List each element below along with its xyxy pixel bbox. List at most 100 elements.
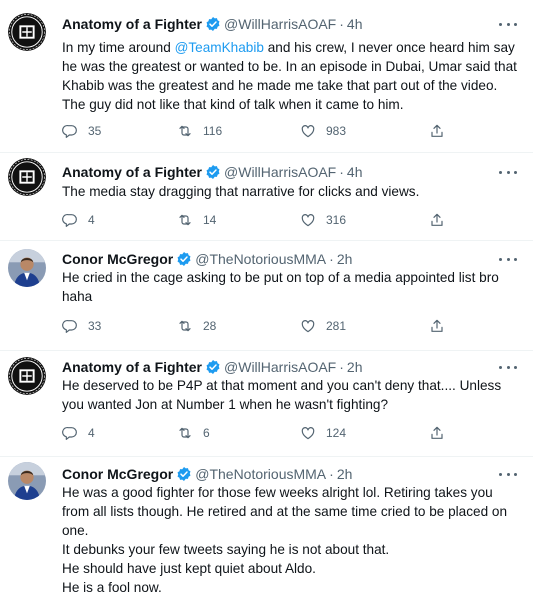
share-button[interactable] xyxy=(429,316,445,336)
reply-button[interactable]: 33 xyxy=(62,316,101,336)
likes-count: 316 xyxy=(326,213,347,227)
share-button[interactable] xyxy=(429,423,445,443)
verified-badge-icon xyxy=(177,467,191,481)
text-segment: He is a fool now. xyxy=(62,580,162,595)
verified-badge-icon xyxy=(177,252,191,266)
reply-icon xyxy=(62,320,77,333)
retweet-button[interactable]: 14 xyxy=(177,210,216,230)
like-icon xyxy=(301,427,315,440)
share-icon xyxy=(431,426,443,439)
tweet-text: He deserved to be P4P at that moment and… xyxy=(62,376,522,414)
retweet-button[interactable]: 28 xyxy=(177,316,216,336)
tweet-text-line: He deserved to be P4P at that moment and… xyxy=(62,376,522,395)
tweet-text-line: He should have just kept quiet about Ald… xyxy=(62,559,522,578)
tweet-text-line: from all lists though. He retired and at… xyxy=(62,502,522,521)
author-handle[interactable]: @TheNotoriousMMA xyxy=(195,465,326,483)
author-name[interactable]: Conor McGregor xyxy=(62,250,173,268)
like-icon xyxy=(301,320,315,333)
mention-link[interactable]: @TeamKhabib xyxy=(175,40,264,55)
replies-count: 35 xyxy=(88,124,102,138)
share-icon xyxy=(431,124,443,137)
more-options-icon[interactable] xyxy=(499,360,517,374)
tweet-timestamp[interactable]: 4h xyxy=(347,163,363,181)
retweets-count: 6 xyxy=(203,426,210,440)
separator-dot: · xyxy=(329,251,334,267)
verified-badge-icon xyxy=(206,360,220,374)
tweet-text-line: The media stay dragging that narrative f… xyxy=(62,182,522,201)
text-segment: It debunks your few tweets saying he is … xyxy=(62,542,390,557)
tweet-timestamp[interactable]: 2h xyxy=(347,358,363,376)
share-button[interactable] xyxy=(429,210,445,230)
reply-button[interactable]: 4 xyxy=(62,210,95,230)
author-handle[interactable]: @TheNotoriousMMA xyxy=(195,250,326,268)
tweet-text-line: It debunks your few tweets saying he is … xyxy=(62,540,522,559)
tweet-header: Conor McGregor @TheNotoriousMMA · 2h xyxy=(62,250,352,268)
tweet-text: He cried in the cage asking to be put on… xyxy=(62,268,522,306)
more-options-icon[interactable] xyxy=(499,252,517,266)
like-button[interactable]: 281 xyxy=(300,316,346,336)
author-handle[interactable]: @WillHarrisAOAF xyxy=(224,163,336,181)
retweet-button[interactable]: 6 xyxy=(177,423,210,443)
retweets-count: 14 xyxy=(203,213,217,227)
tweet-text-line: haha xyxy=(62,287,522,306)
text-segment: He was a good fighter for those few week… xyxy=(62,485,493,500)
tweet-divider xyxy=(0,350,533,351)
tweet-text-line: He was a good fighter for those few week… xyxy=(62,483,522,502)
like-icon xyxy=(301,214,315,227)
text-segment: you wanted Jon at Number 1 when he wasn'… xyxy=(62,397,389,412)
more-options-icon[interactable] xyxy=(499,165,517,179)
author-handle[interactable]: @WillHarrisAOAF xyxy=(224,15,336,33)
more-options-icon[interactable] xyxy=(499,467,517,481)
like-button[interactable]: 983 xyxy=(300,121,346,141)
tweet-timestamp[interactable]: 2h xyxy=(337,465,353,483)
share-icon xyxy=(431,319,443,332)
tweet-text: The media stay dragging that narrative f… xyxy=(62,182,522,201)
author-name[interactable]: Conor McGregor xyxy=(62,465,173,483)
more-options-icon[interactable] xyxy=(499,17,517,31)
author-name[interactable]: Anatomy of a Fighter xyxy=(62,358,202,376)
like-button[interactable]: 316 xyxy=(300,210,346,230)
share-button[interactable] xyxy=(429,121,445,141)
text-segment: He deserved to be P4P at that moment and… xyxy=(62,378,502,393)
verified-badge-icon xyxy=(206,165,220,179)
retweet-icon xyxy=(179,427,191,439)
tweet-header: Conor McGregor @TheNotoriousMMA · 2h xyxy=(62,465,352,483)
tweet-actions: 35 116 983 xyxy=(62,121,462,141)
avatar[interactable] xyxy=(8,462,46,500)
author-name[interactable]: Anatomy of a Fighter xyxy=(62,15,202,33)
text-segment: haha xyxy=(62,289,93,304)
reply-icon xyxy=(62,125,77,138)
text-segment: The guy did not like that kind of talk w… xyxy=(62,97,404,112)
avatar[interactable] xyxy=(8,13,46,51)
retweet-button[interactable]: 116 xyxy=(177,121,222,141)
avatar[interactable] xyxy=(8,249,46,287)
replies-count: 4 xyxy=(88,426,95,440)
tweet-text-line: In my time around @TeamKhabib and his cr… xyxy=(62,38,522,57)
text-segment: He should have just kept quiet about Ald… xyxy=(62,561,316,576)
tweet-text-line: he was the greatest or wanted to be. In … xyxy=(62,57,522,76)
separator-dot: · xyxy=(329,466,334,482)
separator-dot: · xyxy=(339,16,344,32)
tweet-timestamp[interactable]: 2h xyxy=(337,250,353,268)
tweet-actions: 33 28 281 xyxy=(62,316,462,336)
tweet-header: Anatomy of a Fighter @WillHarrisAOAF · 4h xyxy=(62,163,362,181)
retweet-icon xyxy=(179,125,191,137)
avatar[interactable] xyxy=(8,357,46,395)
like-icon xyxy=(301,125,315,138)
avatar[interactable] xyxy=(8,158,46,196)
reply-icon xyxy=(62,427,77,440)
tweet-text-line: one. xyxy=(62,521,522,540)
text-segment: he was the greatest or wanted to be. In … xyxy=(62,59,517,74)
tweet-timestamp[interactable]: 4h xyxy=(347,15,363,33)
tweet-divider xyxy=(0,240,533,241)
tweet-header: Anatomy of a Fighter @WillHarrisAOAF · 2h xyxy=(62,358,362,376)
reply-button[interactable]: 35 xyxy=(62,121,101,141)
author-handle[interactable]: @WillHarrisAOAF xyxy=(224,358,336,376)
retweet-icon xyxy=(179,214,191,226)
reply-button[interactable]: 4 xyxy=(62,423,95,443)
tweet-text-line: He cried in the cage asking to be put on… xyxy=(62,268,522,287)
likes-count: 983 xyxy=(326,124,347,138)
tweet-text-line: The guy did not like that kind of talk w… xyxy=(62,95,522,114)
like-button[interactable]: 124 xyxy=(300,423,346,443)
author-name[interactable]: Anatomy of a Fighter xyxy=(62,163,202,181)
